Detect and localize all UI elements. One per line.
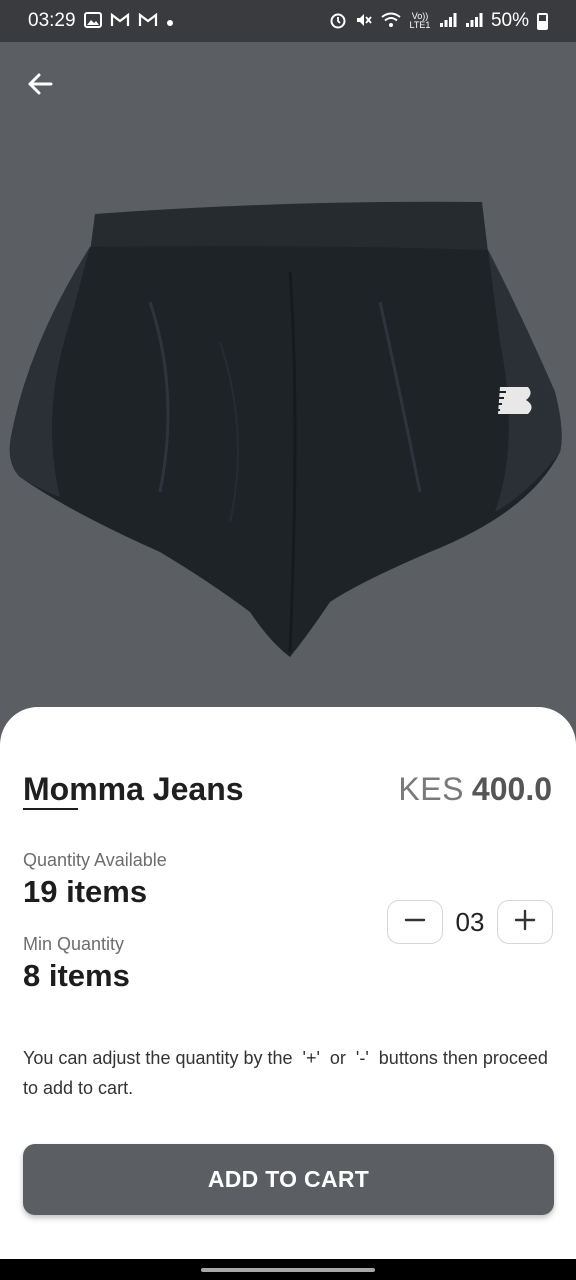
- alarm-icon: [329, 11, 347, 32]
- price-currency: KES: [398, 771, 464, 807]
- status-bar: 03:29 Vo)) LTE1 50%: [0, 0, 576, 42]
- signal-icon: [465, 12, 483, 31]
- min-quantity-label: Min Quantity: [23, 934, 125, 954]
- add-to-cart-button[interactable]: ADD TO CART: [23, 1144, 554, 1215]
- wifi-icon: [381, 12, 401, 31]
- product-details-card: Momma Jeans KES 400.0 Quantity Available…: [0, 707, 576, 1259]
- home-indicator[interactable]: [201, 1267, 375, 1272]
- quantity-available-label: Quantity Available: [23, 850, 167, 870]
- signal-icon: [439, 12, 457, 31]
- status-time: 03:29: [28, 10, 76, 31]
- increase-quantity-button[interactable]: [496, 900, 553, 944]
- product-image-area: [0, 42, 576, 742]
- battery-icon: [537, 12, 548, 30]
- system-navigation-bar: [0, 1259, 576, 1280]
- gmail-icon: [138, 12, 158, 31]
- back-arrow-icon: [26, 70, 54, 103]
- plus-icon: [514, 909, 536, 936]
- mute-icon: [355, 11, 373, 32]
- minus-icon: [404, 909, 426, 936]
- quantity-hint-text: You can adjust the quantity by the '+' o…: [23, 1048, 553, 1098]
- status-left: 03:29: [28, 10, 174, 32]
- quantity-value: 03: [455, 906, 485, 937]
- gallery-icon: [83, 11, 102, 31]
- product-title: Momma Jeans: [23, 771, 244, 807]
- price-amount: 400.0: [471, 771, 552, 807]
- volte-icon: Vo)) LTE1: [409, 11, 431, 30]
- min-quantity-value: 8 items: [23, 958, 130, 993]
- title-underline: [23, 808, 78, 810]
- product-image-shorts: [9, 201, 562, 657]
- gmail-icon: [110, 12, 130, 31]
- back-button[interactable]: [18, 64, 62, 108]
- battery-percent: 50%: [490, 10, 529, 31]
- dot-icon: [166, 13, 174, 30]
- quantity-stepper: 03: [387, 900, 553, 944]
- product-price: KES 400.0: [398, 771, 552, 808]
- quantity-available-value: 19 items: [23, 874, 148, 909]
- decrease-quantity-button[interactable]: [387, 900, 443, 944]
- product-detail-screen: 03:29 Vo)) LTE1 50% Momma Jeans KES 400.…: [0, 0, 576, 1280]
- status-right: Vo)) LTE1 50%: [329, 10, 548, 32]
